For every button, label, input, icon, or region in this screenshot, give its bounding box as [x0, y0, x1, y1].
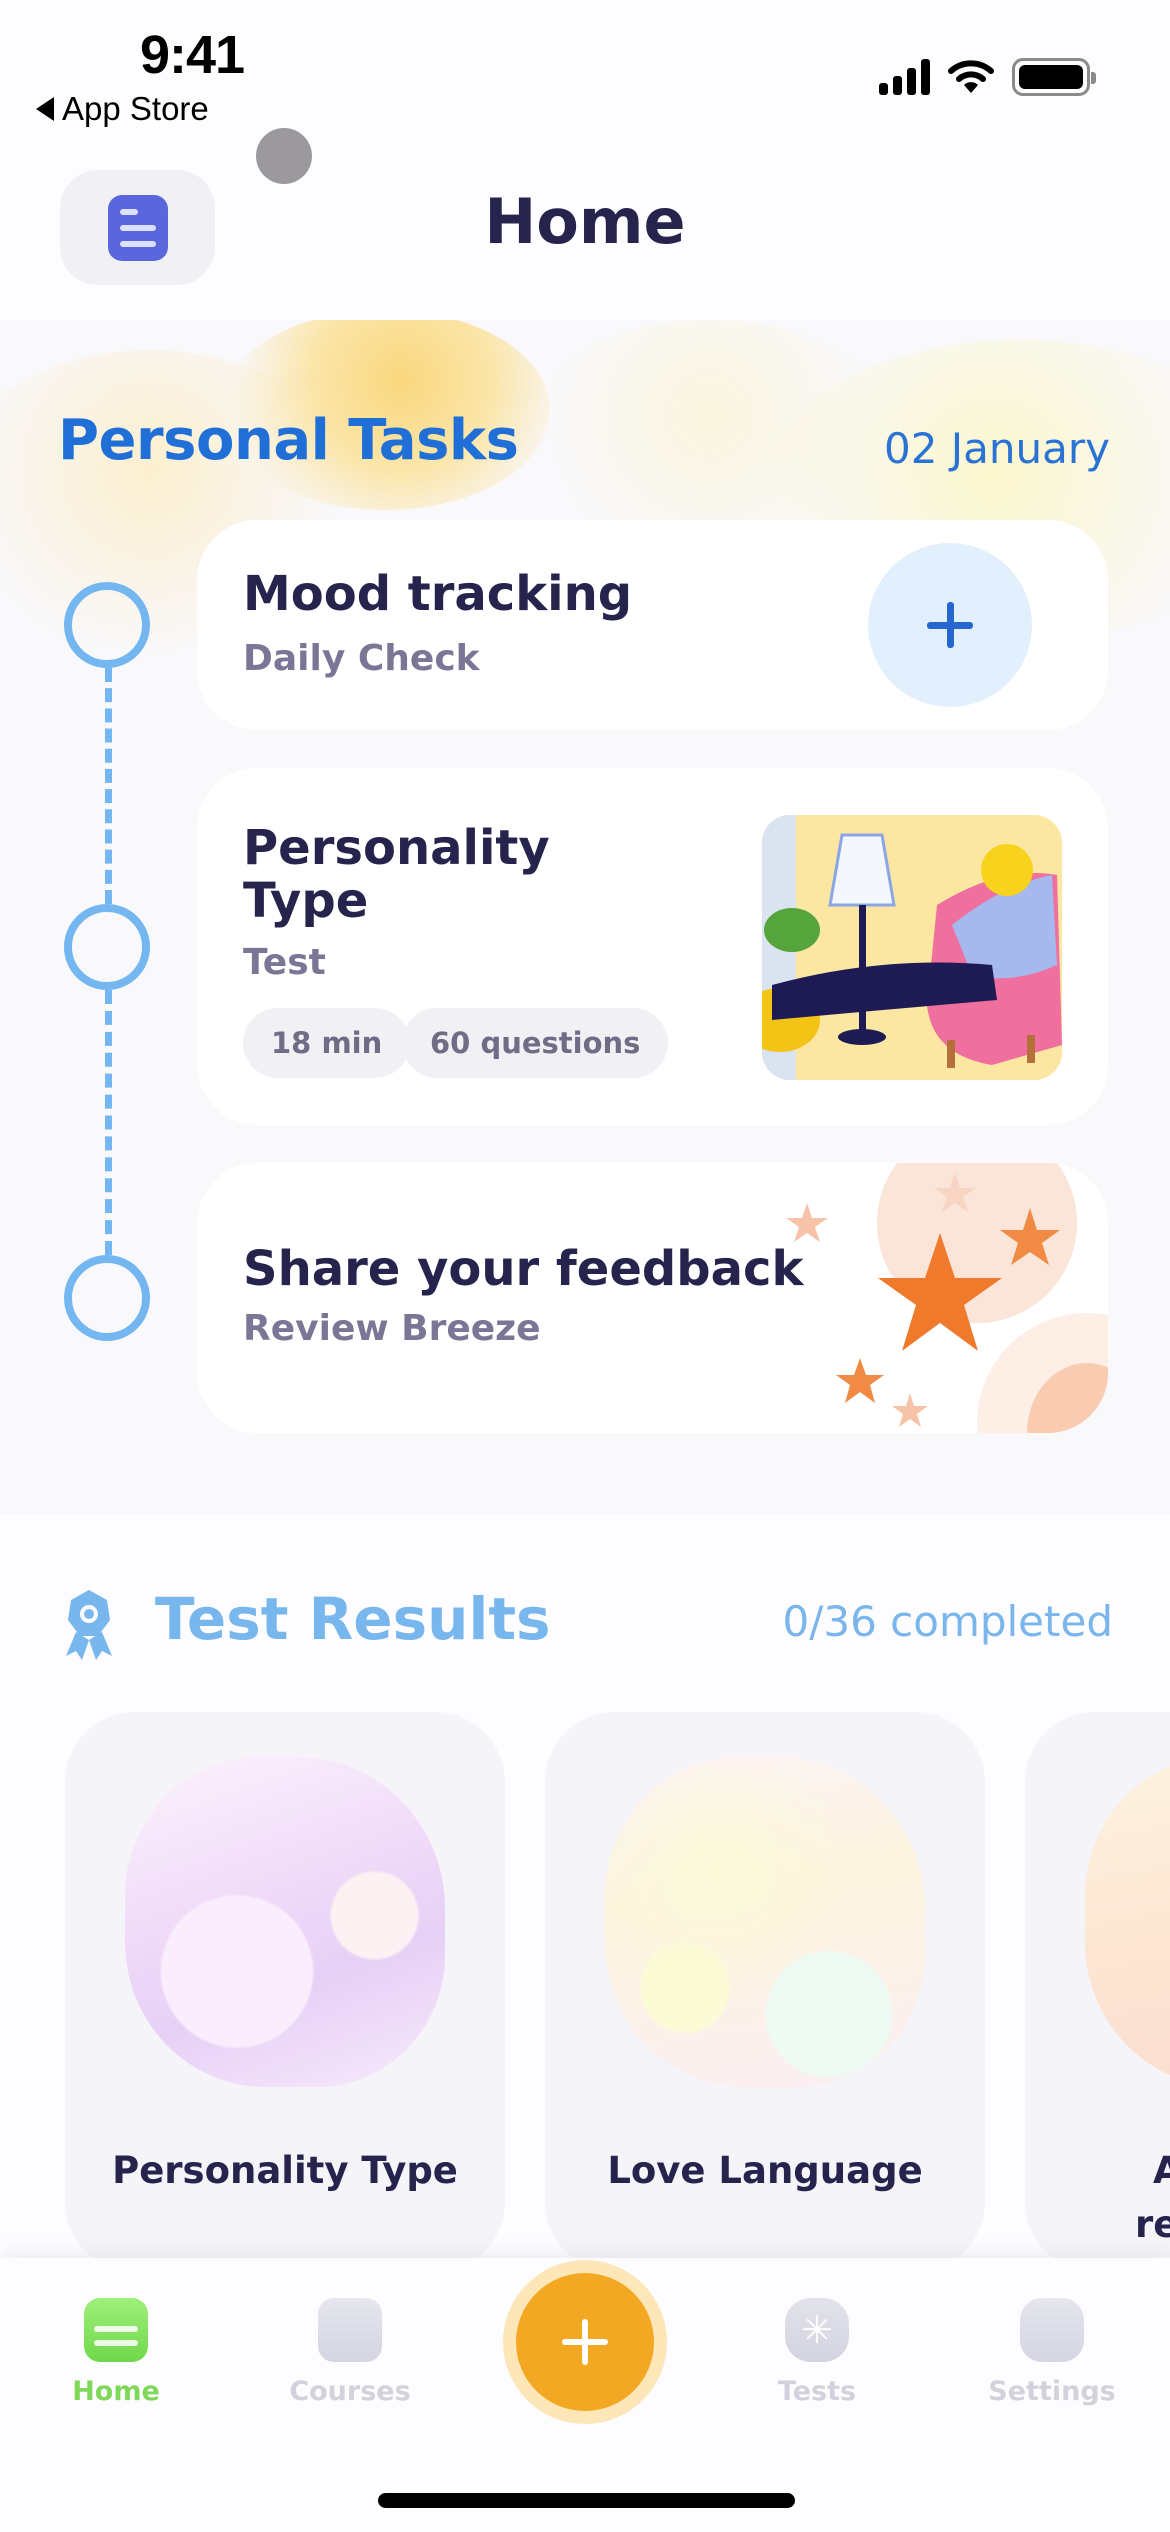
back-app-label: App Store — [62, 90, 209, 127]
tab-tests[interactable]: ✳ Tests — [717, 2298, 917, 2407]
task-title-line: Personality — [243, 820, 550, 876]
add-mood-button[interactable] — [868, 543, 1032, 707]
star-icon — [934, 1173, 976, 1212]
person-relaxing-illustration — [762, 815, 1062, 1080]
personal-tasks-date: 02 January — [883, 424, 1110, 473]
result-card-label-line: A — [1153, 2149, 1170, 2192]
timeline-connector — [105, 668, 112, 904]
cellular-signal-icon — [879, 59, 930, 95]
tab-settings[interactable]: Settings — [952, 2298, 1152, 2407]
task-title: Personality Type — [243, 822, 550, 928]
result-card-label: A re — [1135, 2144, 1170, 2251]
questions-chip: 60 questions — [402, 1008, 669, 1078]
task-subtitle: Daily Check — [243, 638, 480, 679]
task-title: Mood tracking — [243, 566, 633, 622]
status-time: 9:41 — [140, 25, 245, 85]
result-card-label-line: re — [1135, 2202, 1170, 2246]
courses-tab-icon — [318, 2298, 382, 2362]
plus-icon — [927, 602, 973, 648]
result-card-label: Personality Type — [112, 2149, 458, 2192]
home-tab-icon — [84, 2298, 148, 2362]
tab-label: Home — [72, 2376, 160, 2407]
personal-tasks-title: Personal Tasks — [58, 408, 519, 473]
result-card-partial[interactable]: A re — [1025, 1712, 1170, 2272]
tests-tab-icon: ✳ — [785, 2298, 849, 2362]
timeline-checkbox-mood[interactable] — [64, 582, 150, 668]
task-subtitle: Review Breeze — [243, 1308, 541, 1349]
battery-icon — [1012, 58, 1096, 96]
task-title: Share your feedback — [243, 1241, 804, 1297]
star-icon — [892, 1393, 928, 1427]
personality-gem-illustration — [125, 1757, 445, 2087]
star-icon — [1000, 1208, 1060, 1265]
star-icon — [786, 1203, 828, 1242]
test-results-title: Test Results — [155, 1585, 551, 1653]
timeline-checkbox-personality[interactable] — [64, 904, 150, 990]
settings-tab-icon — [1020, 2298, 1084, 2362]
stars-illustration — [786, 1173, 1060, 1427]
plus-icon — [562, 2319, 608, 2365]
timeline-checkbox-feedback[interactable] — [64, 1255, 150, 1341]
gem-illustration — [1085, 1757, 1170, 2087]
add-floating-button[interactable] — [516, 2273, 654, 2411]
result-card-love-language[interactable]: Love Language — [545, 1712, 985, 2272]
tab-label: Courses — [289, 2376, 411, 2407]
status-icons — [879, 58, 1096, 96]
duration-chip: 18 min — [243, 1008, 411, 1078]
tab-label: Settings — [988, 2376, 1116, 2407]
star-icon — [878, 1233, 1002, 1351]
task-subtitle: Test — [243, 942, 326, 983]
timeline-connector — [105, 990, 112, 1255]
tab-home[interactable]: Home — [16, 2298, 216, 2407]
test-results-count: 0/36 completed — [782, 1597, 1113, 1646]
back-to-app-store-link[interactable]: App Store — [36, 90, 209, 128]
task-title-line: Type — [243, 872, 369, 929]
page-title: Home — [484, 185, 686, 258]
back-triangle-icon — [36, 97, 54, 121]
tab-courses[interactable]: Courses — [250, 2298, 450, 2407]
award-ribbon-icon — [66, 1590, 112, 1660]
result-card-personality-type[interactable]: Personality Type — [65, 1712, 505, 2272]
result-card-label: Love Language — [607, 2149, 923, 2192]
tab-label: Tests — [777, 2376, 857, 2407]
star-icon — [836, 1358, 884, 1403]
touch-indicator-dot — [256, 128, 312, 184]
wifi-icon — [948, 60, 994, 93]
home-indicator[interactable] — [378, 2493, 795, 2508]
love-language-gem-illustration — [605, 1757, 925, 2087]
